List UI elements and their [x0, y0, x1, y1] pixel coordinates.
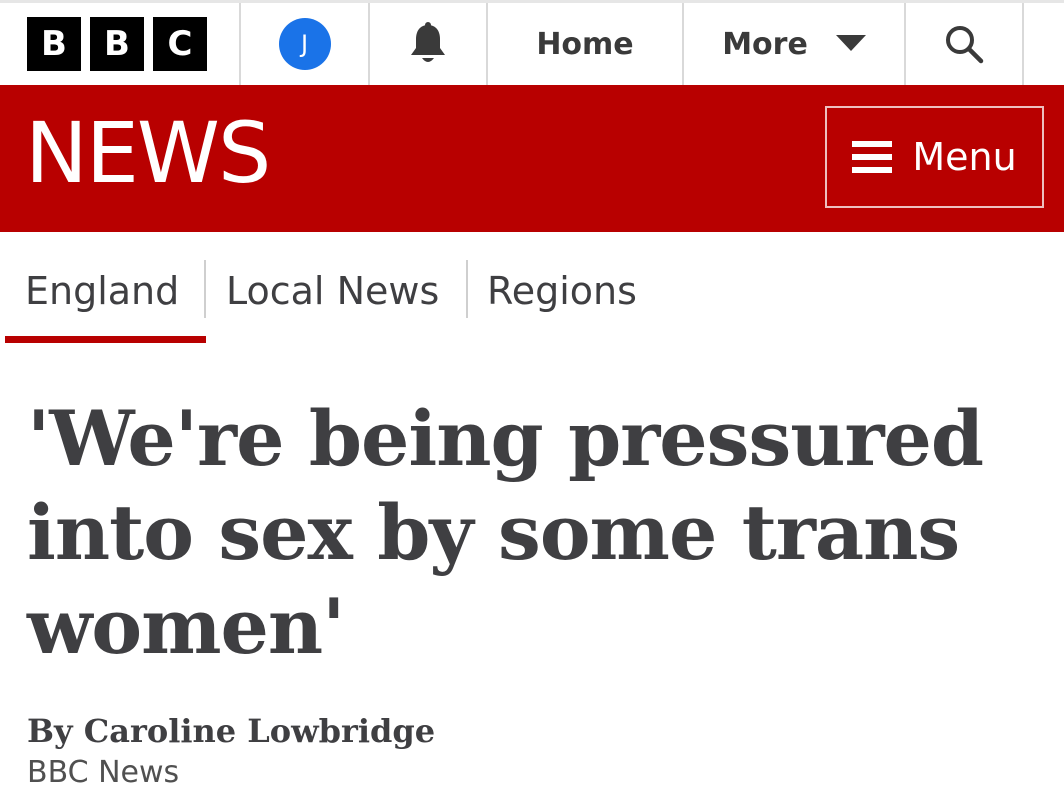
notifications-button[interactable] [370, 3, 488, 85]
article-source: BBC News [27, 755, 180, 790]
bbc-top-bar: B B C J Home More [0, 0, 1064, 85]
news-logo[interactable]: NEWS [25, 111, 271, 195]
bell-icon [411, 22, 445, 62]
avatar: J [278, 18, 331, 70]
more-dropdown[interactable]: More [684, 3, 906, 85]
news-banner: NEWS Menu [0, 85, 1064, 232]
more-label: More [722, 26, 808, 62]
article-headline: 'We're being pressured into sex by some … [27, 394, 984, 671]
home-label: Home [536, 26, 634, 62]
bbc-logo-block-b2: B [90, 17, 144, 71]
bbc-logo-block-b1: B [27, 17, 81, 71]
nav-item-local-news[interactable]: Local News [226, 262, 439, 320]
menu-label: Menu [912, 135, 1017, 179]
nav-divider [466, 260, 468, 318]
nav-item-regions[interactable]: Regions [487, 262, 637, 320]
bbc-logo[interactable]: B B C [0, 3, 241, 85]
account-button[interactable]: J [241, 3, 370, 85]
caret-down-icon [835, 35, 866, 53]
article-byline: By Caroline Lowbridge [27, 712, 436, 750]
nav-divider [204, 260, 206, 318]
section-nav: England Local News Regions [0, 232, 1064, 350]
hamburger-icon [852, 141, 893, 173]
home-link[interactable]: Home [488, 3, 684, 85]
nav-item-england[interactable]: England [25, 262, 179, 320]
search-icon [946, 26, 984, 64]
menu-button[interactable]: Menu [825, 106, 1044, 208]
active-tab-indicator [5, 336, 206, 343]
bbc-logo-block-c: C [153, 17, 207, 71]
search-button[interactable] [906, 3, 1024, 85]
